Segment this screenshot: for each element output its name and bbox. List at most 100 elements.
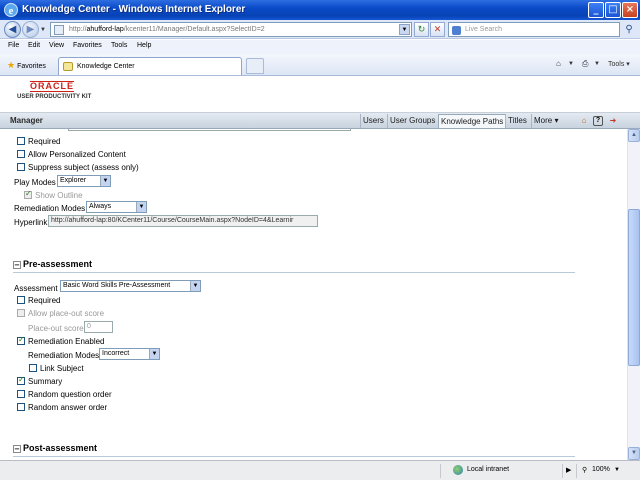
scroll-down-icon[interactable]: ▼ xyxy=(628,447,640,460)
internet-explorer-icon: e xyxy=(4,3,18,17)
hyperlink-field[interactable]: http://ahufford-lap:80/KCenter11/Course/… xyxy=(48,215,318,227)
address-url: http://ahufford-lap/kcenter11/Manager/De… xyxy=(69,26,265,33)
remediation-enabled-row[interactable]: Remediation Enabled xyxy=(17,335,105,346)
assessment-label: Assessment xyxy=(14,284,58,293)
assessment-select[interactable]: Basic Word Skills Pre-Assessment ▼ xyxy=(60,280,201,292)
menu-help[interactable]: Help xyxy=(137,42,151,49)
suppress-subject-row[interactable]: Suppress subject (assess only) xyxy=(17,163,139,172)
post-assessment-heading[interactable]: − Post-assessment xyxy=(13,443,97,453)
live-search-icon xyxy=(452,26,461,35)
random-question-checkbox[interactable] xyxy=(17,390,25,398)
page-header: ORACLE USER PRODUCTIVITY KIT xyxy=(0,76,640,113)
collapse-icon[interactable]: − xyxy=(13,445,21,453)
nav-titles[interactable]: Titles xyxy=(505,114,529,128)
link-subject-row[interactable]: Link Subject xyxy=(29,364,84,373)
pre-assessment-heading[interactable]: − Pre-assessment xyxy=(13,259,92,269)
zoom-level[interactable]: 100% xyxy=(592,466,610,473)
forward-button[interactable]: ▶ xyxy=(22,21,39,38)
scroll-thumb[interactable] xyxy=(628,209,640,366)
status-bar: Local intranet ▶ ⚲ 100% ▼ xyxy=(0,460,640,480)
tab-knowledge-center[interactable]: Knowledge Center xyxy=(58,57,242,75)
zone-label: Local intranet xyxy=(467,466,510,473)
section-divider xyxy=(13,456,575,457)
suppress-subject-checkbox[interactable] xyxy=(17,163,25,171)
close-button[interactable]: × xyxy=(622,2,638,18)
chevron-down-icon: ▼ xyxy=(100,176,110,186)
nav-users[interactable]: Users xyxy=(360,114,386,128)
favorites-button[interactable]: ★ Favorites xyxy=(3,58,50,72)
nav-knowledge-paths[interactable]: Knowledge Paths xyxy=(438,114,507,128)
vertical-scrollbar[interactable]: ▲ ▼ xyxy=(627,129,640,460)
random-answer-row[interactable]: Random answer order xyxy=(17,403,107,412)
home-dropdown-icon[interactable]: ▼ xyxy=(568,61,574,67)
show-outline-checkbox xyxy=(24,189,32,199)
product-name: USER PRODUCTIVITY KIT xyxy=(17,94,92,100)
allow-personalized-row[interactable]: Allow Personalized Content xyxy=(17,150,126,159)
nav-user-groups[interactable]: User Groups xyxy=(387,114,437,128)
menu-view[interactable]: View xyxy=(49,42,64,49)
pre-remediation-modes-label: Remediation Modes xyxy=(28,351,100,360)
nav-more[interactable]: More ▾ xyxy=(531,114,560,128)
menu-favorites[interactable]: Favorites xyxy=(73,42,102,49)
chevron-down-icon: ▼ xyxy=(190,281,200,291)
zoom-dropdown-icon[interactable]: ▼ xyxy=(614,467,620,473)
stop-icon[interactable]: ✕ xyxy=(430,22,445,37)
tab-bar: ★ Favorites Knowledge Center ⌂ ▼ ⎙ ▼ Tool… xyxy=(0,54,640,76)
random-question-row[interactable]: Random question order xyxy=(17,390,112,399)
home-icon[interactable]: ⌂ xyxy=(579,116,589,126)
minimize-button[interactable]: _ xyxy=(588,2,604,18)
random-answer-checkbox[interactable] xyxy=(17,403,25,411)
print-dropdown-icon[interactable]: ▼ xyxy=(594,61,600,67)
search-input[interactable]: Live Search xyxy=(448,22,620,37)
allow-personalized-checkbox[interactable] xyxy=(17,150,25,158)
remediation-modes-select[interactable]: Always ▼ xyxy=(86,201,147,213)
maximize-button[interactable]: □ xyxy=(605,2,621,18)
scroll-up-icon[interactable]: ▲ xyxy=(628,129,640,142)
tools-button[interactable]: Tools ▾ xyxy=(608,60,630,68)
remediation-modes-label: Remediation Modes xyxy=(14,204,86,213)
logout-icon[interactable]: ➜ xyxy=(608,116,618,126)
protected-mode-icon[interactable]: ▶ xyxy=(566,466,571,474)
address-dropdown-icon[interactable]: ▼ xyxy=(399,24,410,35)
back-button[interactable]: ◀ xyxy=(4,21,21,38)
refresh-icon[interactable]: ↻ xyxy=(414,22,429,37)
chevron-down-icon: ▼ xyxy=(136,202,146,212)
pre-required-row[interactable]: Required xyxy=(17,296,60,305)
home-icon[interactable]: ⌂ xyxy=(556,59,561,68)
menu-edit[interactable]: Edit xyxy=(28,42,40,49)
address-toolbar: ◀ ▶ ▼ http://ahufford-lap/kcenter11/Mana… xyxy=(0,20,640,39)
show-outline-row: Show Outline xyxy=(24,189,83,200)
address-bar[interactable]: http://ahufford-lap/kcenter11/Manager/De… xyxy=(50,22,412,37)
new-tab-button[interactable] xyxy=(246,58,264,74)
required-top-checkbox[interactable] xyxy=(17,137,25,145)
search-placeholder: Live Search xyxy=(465,26,502,33)
help-icon[interactable]: ? xyxy=(593,116,603,126)
window-title: Knowledge Center - Windows Internet Expl… xyxy=(22,4,246,15)
play-modes-label: Play Modes xyxy=(14,178,56,187)
placeout-score-label: Place-out score xyxy=(28,324,84,333)
status-divider xyxy=(440,464,441,478)
pre-required-checkbox[interactable] xyxy=(17,296,25,304)
allow-placeout-checkbox xyxy=(17,309,25,317)
tab-page-icon xyxy=(63,62,73,71)
cut-off-field[interactable] xyxy=(68,129,351,131)
status-divider xyxy=(576,464,577,478)
search-icon[interactable]: ⚲ xyxy=(622,23,636,37)
section-divider xyxy=(13,272,575,273)
pre-remediation-modes-select[interactable]: Incorrect ▼ xyxy=(99,348,160,360)
menu-tools[interactable]: Tools xyxy=(111,42,127,49)
menu-file[interactable]: File xyxy=(8,42,19,49)
print-icon[interactable]: ⎙ xyxy=(582,59,588,69)
history-dropdown-icon[interactable]: ▼ xyxy=(40,27,46,33)
required-top-row[interactable]: Required xyxy=(17,137,60,146)
menu-bar: File Edit View Favorites Tools Help xyxy=(0,40,640,54)
intranet-globe-icon xyxy=(453,465,463,475)
star-icon: ★ xyxy=(7,60,16,70)
zoom-icon[interactable]: ⚲ xyxy=(582,466,587,474)
link-subject-checkbox[interactable] xyxy=(29,364,37,372)
remediation-enabled-checkbox[interactable] xyxy=(17,335,25,345)
summary-checkbox[interactable] xyxy=(17,375,25,385)
collapse-icon[interactable]: − xyxy=(13,261,21,269)
play-modes-select[interactable]: Explorer ▼ xyxy=(57,175,111,187)
summary-row[interactable]: Summary xyxy=(17,375,62,386)
